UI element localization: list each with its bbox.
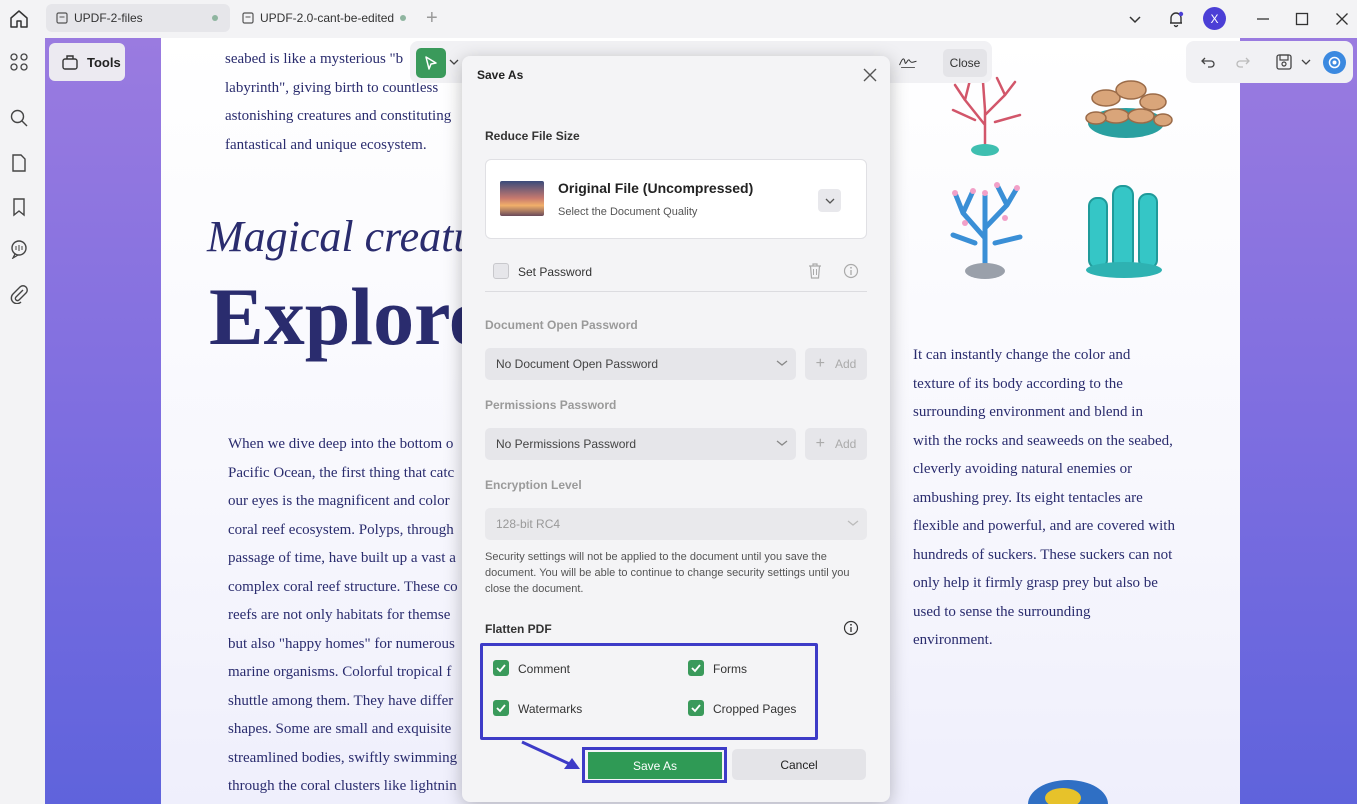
set-password-checkbox[interactable] [493,263,509,279]
quality-subtitle: Select the Document Quality [558,206,698,218]
teal-coral-image [1086,185,1162,278]
unsaved-dot [212,15,218,21]
italic-heading: Magical creatu [207,212,476,261]
info-icon[interactable] [841,618,861,638]
chevron-down-icon [847,520,859,526]
save-as-button[interactable]: Save As [588,752,722,779]
cancel-button[interactable]: Cancel [732,749,866,780]
info-icon[interactable] [841,261,861,281]
tab-label: UPDF-2.0-cant-be-edited [260,11,395,25]
chevron-down-icon[interactable] [1124,8,1146,30]
paragraph-left-body: When we dive deep into the bottom o Paci… [228,436,458,794]
bell-icon[interactable] [1165,8,1187,30]
flatten-pdf-label: Flatten PDF [485,622,552,636]
minimize-icon[interactable] [1252,8,1274,30]
chevron-down-icon[interactable] [1301,58,1311,66]
select-cursor-button[interactable] [416,48,446,78]
search-icon[interactable] [9,108,29,128]
document-icon [56,12,68,24]
open-password-label: Document Open Password [485,318,638,332]
set-password-label: Set Password [518,265,593,279]
toolbox-icon [62,55,78,70]
tab-updf-2-files[interactable]: UPDF-2-files [46,4,230,32]
add-label: Add [834,357,857,371]
chevron-down-icon [825,198,834,204]
signature-icon[interactable] [898,52,918,72]
unsaved-dot [400,15,406,21]
quality-title: Original File (Uncompressed) [558,180,754,196]
quality-thumbnail [500,181,544,216]
save-icon[interactable] [1274,52,1294,72]
permissions-password-value: No Permissions Password [496,437,637,451]
cursor-icon [425,56,437,70]
reduce-file-size-label: Reduce File Size [485,129,580,143]
encryption-level-value: 128-bit RC4 [496,517,561,531]
document-icon [242,12,254,24]
close-edit-button[interactable]: Close [943,49,987,77]
quality-dropdown-button[interactable] [818,189,841,212]
big-heading: Explore [209,271,486,362]
chevron-down-icon[interactable] [449,58,459,66]
chevron-down-icon [776,360,788,366]
close-window-icon[interactable] [1331,8,1353,30]
redo-icon[interactable] [1233,52,1253,72]
encryption-level-label: Encryption Level [485,478,582,492]
blue-coral-image [950,182,1023,279]
trash-icon[interactable] [805,261,825,281]
open-password-value: No Document Open Password [496,357,659,371]
home-icon[interactable] [8,8,30,30]
maximize-icon[interactable] [1291,8,1313,30]
open-password-select[interactable]: No Document Open Password [485,348,796,380]
encryption-level-select[interactable]: 128-bit RC4 [485,508,867,540]
permissions-password-select[interactable]: No Permissions Password [485,428,796,460]
tools-label: Tools [87,54,121,70]
flatten-options-highlight [480,643,818,740]
tab-updf-cant-be-edited[interactable]: UPDF-2.0-cant-be-edited [232,4,418,32]
quality-card[interactable]: Original File (Uncompressed) Select the … [485,159,867,239]
tools-button[interactable]: Tools [49,43,125,81]
add-permissions-password-button[interactable]: + Add [805,428,867,460]
fish-image [1028,780,1108,804]
brown-coral-image [1085,80,1173,138]
security-note: Security settings will not be applied to… [485,551,850,595]
divider [485,291,867,292]
new-tab-plus-icon[interactable]: + [426,8,438,28]
left-rail [0,38,45,804]
close-icon[interactable] [862,67,878,83]
add-open-password-button[interactable]: + Add [805,348,867,380]
comment-icon[interactable] [9,239,29,260]
permissions-password-label: Permissions Password [485,398,617,412]
pages-icon[interactable] [9,153,29,173]
red-coral-image [951,76,1022,156]
chevron-down-icon [776,440,788,446]
ai-assistant-icon[interactable] [1323,51,1346,74]
tab-label: UPDF-2-files [74,11,143,25]
plus-icon: + [815,435,825,452]
bookmark-icon[interactable] [9,197,29,217]
paragraph-right-body: It can instantly change the color and te… [913,347,1175,648]
tab-bar: UPDF-2-files UPDF-2.0-cant-be-edited + X [0,0,1357,38]
arrow-annotation-icon [521,740,580,769]
undo-icon[interactable] [1198,52,1218,72]
plus-icon: + [815,355,825,372]
user-avatar[interactable]: X [1203,7,1226,30]
attachment-icon[interactable] [9,284,29,305]
dialog-title: Save As [477,68,524,82]
add-label: Add [834,437,857,451]
grid-apps-icon[interactable] [9,52,29,72]
